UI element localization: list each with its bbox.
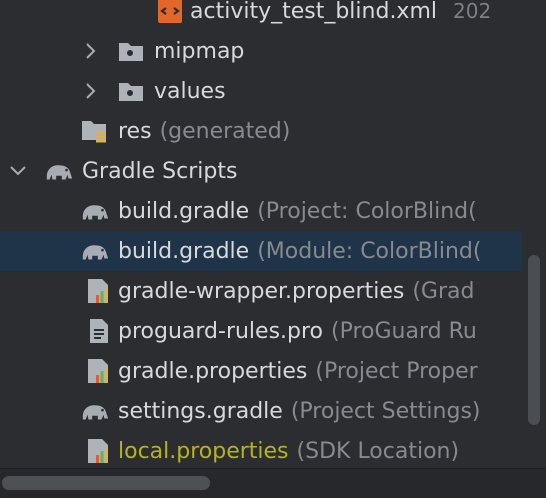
chevron-right-icon[interactable] [81, 41, 101, 61]
tree-row-hint: (SDK Location) [296, 438, 460, 464]
tree-row-gradle-wrapper-properties[interactable]: gradle-wrapper.properties (Grad [0, 271, 522, 311]
tree-row-gradle-scripts[interactable]: Gradle Scripts [0, 151, 522, 191]
xml-file-icon [155, 0, 185, 26]
tree-row-label: values [154, 78, 226, 104]
horizontal-scrollbar[interactable] [0, 468, 546, 498]
horizontal-scrollbar-thumb[interactable] [2, 476, 210, 490]
tree-row-mipmap[interactable]: mipmap [0, 31, 522, 71]
tree-row-proguard-rules[interactable]: proguard-rules.pro (ProGuard Ru [0, 311, 522, 351]
tree-row-settings-gradle[interactable]: settings.gradle (Project Settings) [0, 391, 522, 431]
gradle-elephant-icon [80, 196, 110, 226]
tree-row-label: Gradle Scripts [82, 158, 238, 184]
tree-row-res-generated[interactable]: res (generated) [0, 111, 522, 151]
tree-row-values[interactable]: values [0, 71, 522, 111]
tree-row-gradle-properties[interactable]: gradle.properties (Project Proper [0, 351, 522, 391]
properties-file-icon [84, 276, 114, 306]
tree-row-hint: (Project: ColorBlind( [257, 198, 477, 224]
gradle-elephant-icon [44, 156, 74, 186]
project-tree: activity_test_blind.xml 202 mipmap values [0, 0, 522, 471]
tree-row-hint: (generated) [159, 118, 291, 144]
properties-file-icon [84, 356, 114, 386]
tree-row-build-gradle-project[interactable]: build.gradle (Project: ColorBlind( [0, 191, 522, 231]
tree-row-hint: (Project Proper [315, 358, 478, 384]
tree-row-label: build.gradle [118, 198, 250, 224]
tree-row-build-gradle-module[interactable]: build.gradle (Module: ColorBlind( [0, 231, 522, 271]
tree-row-label: res [118, 118, 152, 144]
text-file-icon [84, 316, 114, 346]
tree-row-label: build.gradle [118, 238, 250, 264]
tree-row-label: local.properties [118, 438, 289, 464]
project-tool-window: activity_test_blind.xml 202 mipmap values [0, 0, 546, 498]
tree-row-hint: (Module: ColorBlind( [257, 238, 482, 264]
tree-row-activity-test-blind-xml[interactable]: activity_test_blind.xml 202 [0, 0, 522, 31]
folder-icon [116, 36, 146, 66]
tree-row-local-properties[interactable]: local.properties (SDK Location) [0, 431, 522, 471]
properties-file-icon [84, 436, 114, 466]
vertical-scrollbar-thumb[interactable] [528, 255, 540, 425]
folder-icon [116, 76, 146, 106]
file-date: 202 [453, 0, 492, 23]
vertical-scrollbar[interactable] [524, 0, 546, 468]
tree-row-hint: (ProGuard Ru [331, 318, 477, 344]
tree-row-hint: (Project Settings) [290, 398, 481, 424]
tree-row-label: settings.gradle [118, 398, 283, 424]
generated-folder-icon [80, 116, 110, 146]
tree-row-label: gradle.properties [118, 358, 308, 384]
gradle-elephant-icon [80, 396, 110, 426]
tree-row-label: mipmap [154, 38, 245, 64]
gradle-elephant-icon [80, 236, 110, 266]
tree-row-label: gradle-wrapper.properties [118, 278, 405, 304]
tree-row-label: activity_test_blind.xml [190, 0, 437, 24]
chevron-down-icon[interactable] [8, 161, 28, 181]
tree-row-label: proguard-rules.pro [118, 318, 324, 344]
tree-row-hint: (Grad [412, 278, 475, 304]
chevron-right-icon[interactable] [81, 81, 101, 101]
